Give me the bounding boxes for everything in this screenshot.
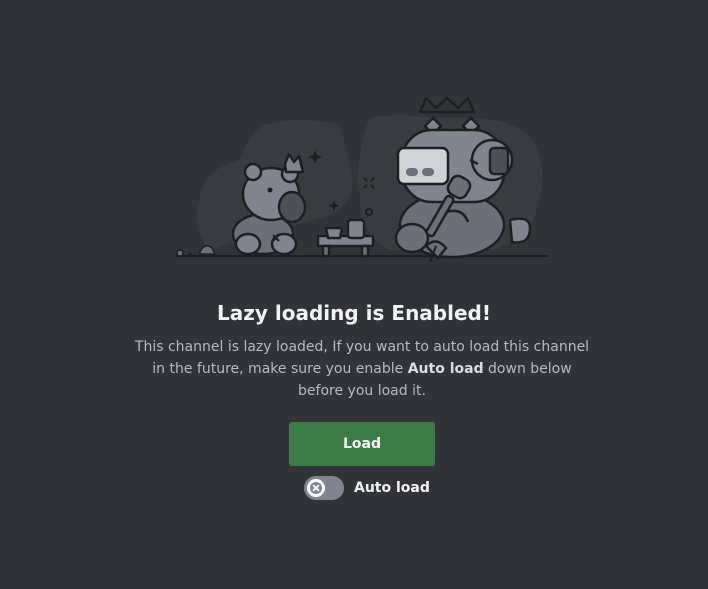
bears-and-robot-illustration [175,96,548,263]
lazy-loading-panel: Lazy loading is Enabled! This channel is… [0,0,708,589]
close-icon [310,482,322,494]
description: This channel is lazy loaded, If you want… [134,336,590,402]
auto-load-toggle[interactable] [304,476,344,500]
auto-load-label: Auto load [354,480,430,496]
toggle-knob [307,479,325,497]
auto-load-row: Auto load [304,476,430,500]
page-title: Lazy loading is Enabled! [217,301,491,325]
load-button[interactable]: Load [289,422,435,466]
description-emphasis: Auto load [407,361,484,377]
